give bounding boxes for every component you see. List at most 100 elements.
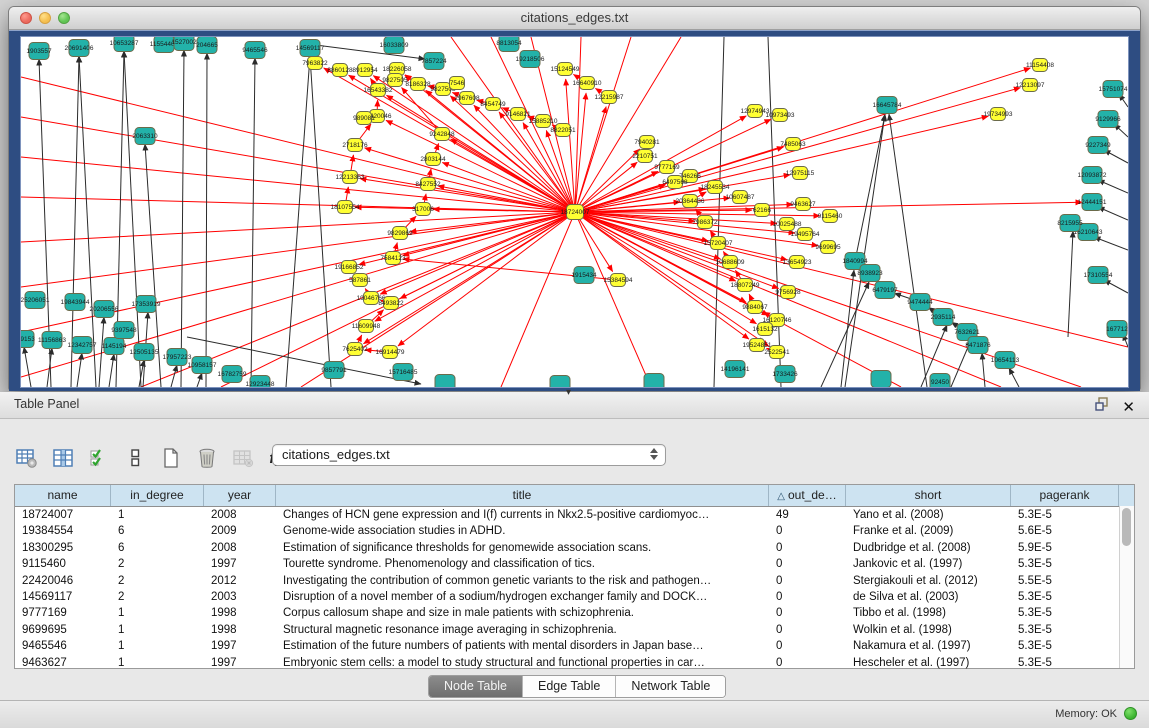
graph-node-label: 2803144 [420,156,446,163]
column-header-out_de[interactable]: △out_de… [769,485,846,506]
graph-node-label: 2718176 [342,142,368,149]
graph-node-label: 9857791 [321,367,347,374]
table-cell: Estimation of significance thresholds fo… [276,540,769,556]
table-cell: 2003 [204,589,276,605]
table-cell: 5.6E-5 [1011,523,1119,539]
table-cell: 9699695 [15,622,111,638]
vertical-scrollbar[interactable] [1119,506,1134,668]
graph-node-label: 9829869 [387,230,413,237]
graph-node-label: 18245534 [701,184,730,191]
graph-node-label: 1527002 [171,39,197,46]
graph-node-label: 8454749 [480,101,506,108]
new-column-icon[interactable] [158,445,184,471]
table-cell: 5.3E-5 [1011,589,1119,605]
select-columns-icon[interactable] [86,445,112,471]
graph-node-label: 8471876 [965,342,991,349]
table-row[interactable]: 911546021997Tourette syndrome. Phenomeno… [15,556,1134,572]
table-cell: 5.9E-5 [1011,540,1119,556]
table-row[interactable]: 2242004622012Investigating the contribut… [15,573,1134,589]
scrollbar-thumb[interactable] [1122,508,1131,546]
graph-node-label: 9465546 [242,47,268,54]
table-row[interactable]: 969969511998Structural magnetic resonanc… [15,622,1134,638]
graph-node[interactable] [644,374,664,388]
graph-node-label: 19166852 [335,264,364,271]
graph-node-label: 15124549 [551,66,580,73]
graph-node-label: 1733426 [772,371,798,378]
float-panel-icon[interactable] [1094,396,1110,417]
graph-node[interactable] [550,376,570,388]
network-canvas[interactable]: 1903557206914061065328711554408152700220… [21,37,1128,387]
table-cell: 2012 [204,573,276,589]
minimize-window-button[interactable] [39,12,51,24]
graph-node-label: 92450 [931,379,949,386]
table-toolbar: f(x) [14,440,292,476]
graph-node-label: 19524851 [743,342,772,349]
window-titlebar[interactable]: citations_edges.txt [9,7,1140,30]
table-cell: Changes of HCN gene expression and I(f) … [276,507,769,523]
table-cell: 1 [111,638,204,654]
network-view-frame: 1903557206914061065328711554408152700220… [9,30,1140,391]
graph-node[interactable] [435,375,455,388]
table-cell: Wolkin et al. (1998) [846,622,1011,638]
graph-node-label: 17353919 [132,301,161,308]
delete-column-trash-icon[interactable] [194,445,220,471]
table-cell: 0 [769,573,846,589]
graph-node-label: 15716485 [389,369,418,376]
table-cell: 0 [769,556,846,572]
table-cell: Jankovic et al. (1997) [846,556,1011,572]
table-cell: 1998 [204,605,276,621]
column-header-pagerank[interactable]: pagerank [1011,485,1119,506]
table-cell: Estimation of the future numbers of pati… [276,638,769,654]
graph-node-label: 8215955 [1057,220,1083,227]
column-header-short[interactable]: short [846,485,1011,506]
table-row[interactable]: 946554611997Estimation of the future num… [15,638,1134,654]
graph-node-label: 7940281 [634,139,660,146]
status-bar: Memory: OK [0,700,1149,728]
graph-node-label: 62166 [753,207,771,214]
row-height-icon[interactable] [122,445,148,471]
table-row[interactable]: 1938455462009Genome-wide association stu… [15,523,1134,539]
table-cell: Investigating the contribution of common… [276,573,769,589]
table-row[interactable]: 1872400712008Changes of HCN gene express… [15,507,1134,523]
graph-node[interactable] [871,371,891,388]
close-panel-icon[interactable]: ✕ [1122,398,1135,416]
table-row[interactable]: 977716911998Corpus callosum shape and si… [15,605,1134,621]
graph-node-label: 317006 [412,206,434,213]
table-row[interactable]: 1830029562008Estimation of significance … [15,540,1134,556]
tab-node-table[interactable]: Node Table [429,676,523,697]
column-header-in_degree[interactable]: in_degree [111,485,204,506]
table-cell: Structural magnetic resonance image aver… [276,622,769,638]
table-cell: Yano et al. (2008) [846,507,1011,523]
graph-node-label: 2935114 [931,314,956,321]
graph-node-label: 12213363 [336,174,365,181]
graph-node-label: 18107554 [331,204,360,211]
column-header-year[interactable]: year [204,485,276,506]
graph-node-label: 1145194 [102,343,127,350]
table-header-row: namein_degreeyeartitle△out_de…shortpager… [15,485,1134,507]
close-window-button[interactable] [20,12,32,24]
tab-edge-table[interactable]: Edge Table [523,676,616,697]
table-row[interactable]: 1456911722003Disruption of a novel membe… [15,589,1134,605]
table-panel-header: ▾ Table Panel ✕ [0,392,1149,419]
splitter-handle-icon[interactable]: ▾ [566,387,571,398]
graph-node-label: 7546 [450,80,465,87]
table-mode-icon[interactable] [14,445,40,471]
graph-node-label: 10607487 [726,194,755,201]
tab-network-table[interactable]: Network Table [616,676,725,697]
column-header-title[interactable]: title [276,485,769,506]
column-header-name[interactable]: name [15,485,111,506]
zoom-window-button[interactable] [58,12,70,24]
graph-node-label: 587861 [349,277,371,284]
graph-node-label: 8912954 [352,67,378,74]
table-cell: 1998 [204,622,276,638]
table-cell: 1 [111,605,204,621]
table-cell: 0 [769,523,846,539]
graph-node-label: 1915434 [571,272,597,279]
table-selector-dropdown[interactable]: citations_edges.txt [272,444,666,466]
show-columns-icon[interactable] [50,445,76,471]
graph-node-label: 20364436 [676,198,705,205]
table-cell: 5.3E-5 [1011,556,1119,572]
graph-node-label: 12923448 [246,381,275,387]
table-panel-title: Table Panel [14,397,79,411]
graph-node-label: 11609948 [352,323,381,330]
